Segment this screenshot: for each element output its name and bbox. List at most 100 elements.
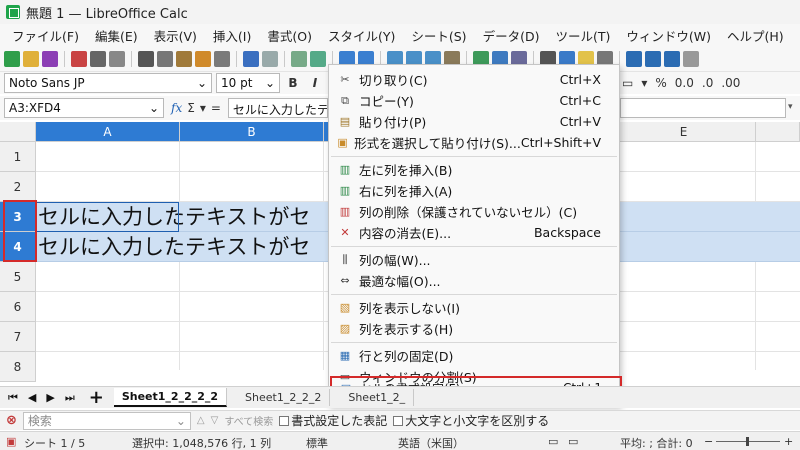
undo-icon[interactable] xyxy=(243,50,259,67)
column-header-a[interactable]: A xyxy=(36,122,180,142)
percent-button[interactable]: % xyxy=(655,76,666,90)
menu-item-paste[interactable]: ▤ 貼り付け(P) Ctrl+V xyxy=(329,111,619,132)
menu-item-clear-contents[interactable]: ✕ 内容の消去(E)... Backspace xyxy=(329,222,619,243)
save-icon[interactable] xyxy=(42,50,58,67)
currency-icon[interactable]: ▭ xyxy=(622,76,633,90)
sheet-tab-active[interactable]: Sheet1_2_2_2_2 xyxy=(113,388,228,407)
split-window-icon[interactable] xyxy=(664,50,680,67)
row-header-1[interactable]: 1 xyxy=(0,142,36,172)
menu-sheet[interactable]: シート(S) xyxy=(403,26,474,45)
menu-item-cut[interactable]: ✂ 切り取り(C) Ctrl+X xyxy=(329,69,619,90)
row-header-8[interactable]: 8 xyxy=(0,352,36,382)
menu-window[interactable]: ウィンドウ(W) xyxy=(618,26,719,45)
find-input[interactable]: 検索 ⌄ xyxy=(22,411,191,430)
sheet-tab[interactable]: Sheet1_2_ xyxy=(340,389,415,406)
cell-a4[interactable]: セルに入力したテキストがセ xyxy=(38,232,310,262)
find-previous-icon[interactable]: △ xyxy=(197,415,205,426)
select-all-corner[interactable] xyxy=(0,122,36,142)
remove-decimal-icon[interactable]: .00 xyxy=(721,76,740,90)
next-sheet-icon[interactable]: ▶ xyxy=(46,391,54,404)
document-modified-icon[interactable]: ▣ xyxy=(6,435,16,448)
column-header-b[interactable]: B xyxy=(180,122,324,142)
match-case-checkbox[interactable]: 大文字と小文字を区別する xyxy=(393,412,549,429)
find-next-icon[interactable]: ▽ xyxy=(211,415,219,426)
column-header-f[interactable] xyxy=(756,122,800,142)
font-name-box[interactable]: Noto Sans JP ⌄ xyxy=(4,73,212,93)
menu-item-optimal-width[interactable]: ⇔ 最適な幅(O)... xyxy=(329,270,619,291)
menu-file[interactable]: ファイル(F) xyxy=(4,26,87,45)
formatted-display-checkbox[interactable]: 書式設定した表記 xyxy=(279,412,387,429)
copy-icon[interactable] xyxy=(157,50,173,67)
menu-item-column-width[interactable]: ⫼ 列の幅(W)... xyxy=(329,249,619,270)
menu-styles[interactable]: スタイル(Y) xyxy=(320,26,403,45)
menu-item-delete-column[interactable]: ▥ 列の削除（保護されていないセル）(C) xyxy=(329,201,619,222)
zoom-out-icon[interactable]: − xyxy=(704,435,713,448)
paste-icon[interactable] xyxy=(176,50,192,67)
cell-a3[interactable]: セルに入力したテキストがセ xyxy=(38,202,310,232)
menu-item-copy[interactable]: ⧉ コピー(Y) Ctrl+C xyxy=(329,90,619,111)
row-header-5[interactable]: 5 xyxy=(0,262,36,292)
close-find-icon[interactable]: ⊗ xyxy=(6,413,17,428)
sum-icon[interactable]: Σ xyxy=(187,101,195,115)
clone-formatting-icon[interactable] xyxy=(195,50,211,67)
name-box[interactable]: A3:XFD4 ⌄ xyxy=(4,98,164,118)
menu-item-freeze[interactable]: ▦ 行と列の固定(D) xyxy=(329,345,619,366)
menu-item-paste-special[interactable]: ▣ 形式を選択して貼り付け(S)... Ctrl+Shift+V xyxy=(329,132,619,153)
row-header-6[interactable]: 6 xyxy=(0,292,36,322)
add-sheet-icon[interactable]: + xyxy=(89,388,104,407)
menu-view[interactable]: 表示(V) xyxy=(146,26,205,45)
column-header-e[interactable]: E xyxy=(612,122,756,142)
first-sheet-icon[interactable]: ⏮ xyxy=(8,391,18,405)
add-decimal-icon[interactable]: .0 xyxy=(702,76,713,90)
menu-tools[interactable]: ツール(T) xyxy=(547,26,618,45)
chevron-down-icon[interactable]: ▾ xyxy=(641,76,647,90)
spelling-icon[interactable] xyxy=(310,50,326,67)
find-all-button[interactable]: すべて検索 xyxy=(224,413,273,428)
menu-item-insert-column-left[interactable]: ▥ 左に列を挿入(B) xyxy=(329,159,619,180)
selection-mode-icon[interactable]: ▭ xyxy=(548,435,558,448)
digital-signature-icon[interactable]: ▭ xyxy=(568,435,578,448)
print-preview-icon[interactable] xyxy=(109,50,125,67)
menu-item-hide-columns[interactable]: ▧ 列を表示しない(I) xyxy=(329,297,619,318)
menu-data[interactable]: データ(D) xyxy=(475,26,548,45)
formula-icon[interactable]: = xyxy=(211,101,221,115)
formula-input[interactable]: セルに入力したテキ xyxy=(227,98,328,118)
show-draw-functions-icon[interactable] xyxy=(683,50,699,67)
previous-sheet-icon[interactable]: ◀ xyxy=(28,391,36,404)
sheet-tab[interactable]: Sheet1_2_2_2 xyxy=(237,389,331,406)
function-wizard-icon[interactable]: fx xyxy=(171,101,182,115)
row-header-7[interactable]: 7 xyxy=(0,322,36,352)
number-format-button[interactable]: 0.0 xyxy=(675,76,694,90)
zoom-slider-thumb[interactable] xyxy=(746,437,749,446)
row-header-2[interactable]: 2 xyxy=(0,172,36,202)
freeze-rows-columns-icon[interactable] xyxy=(645,50,661,67)
menu-insert[interactable]: 挿入(I) xyxy=(205,26,259,45)
clear-formatting-icon[interactable] xyxy=(214,50,230,67)
sheet-position[interactable]: シート 1 / 5 xyxy=(24,435,85,450)
define-print-area-icon[interactable] xyxy=(626,50,642,67)
language-status[interactable]: 英語（米国） xyxy=(398,435,464,450)
italic-button[interactable]: I xyxy=(306,76,324,90)
menu-help[interactable]: ヘルプ(H) xyxy=(719,26,792,45)
menu-format[interactable]: 書式(O) xyxy=(259,26,320,45)
chevron-down-icon: ⌄ xyxy=(175,413,186,428)
menu-item-insert-column-right[interactable]: ▥ 右に列を挿入(A) xyxy=(329,180,619,201)
print-icon[interactable] xyxy=(90,50,106,67)
menu-edit[interactable]: 編集(E) xyxy=(87,26,146,45)
export-pdf-icon[interactable] xyxy=(71,50,87,67)
page-style[interactable]: 標準 xyxy=(306,435,328,450)
font-size-box[interactable]: 10 pt ⌄ xyxy=(216,73,280,93)
chevron-down-icon[interactable]: ▾ xyxy=(200,101,206,115)
find-replace-icon[interactable] xyxy=(291,50,307,67)
menu-item-show-columns[interactable]: ▨ 列を表示する(H) xyxy=(329,318,619,339)
redo-icon[interactable] xyxy=(262,50,278,67)
new-document-icon[interactable] xyxy=(4,50,20,67)
cut-icon[interactable] xyxy=(138,50,154,67)
expand-formula-icon[interactable]: ▾ xyxy=(788,102,793,112)
last-sheet-icon[interactable]: ⏭ xyxy=(65,391,75,405)
open-folder-icon[interactable] xyxy=(23,50,39,67)
sum-status[interactable]: 平均: ; 合計: 0 xyxy=(620,435,693,450)
bold-button[interactable]: B xyxy=(284,76,302,90)
formula-input-extension[interactable] xyxy=(620,98,786,118)
zoom-in-icon[interactable]: + xyxy=(784,435,793,448)
